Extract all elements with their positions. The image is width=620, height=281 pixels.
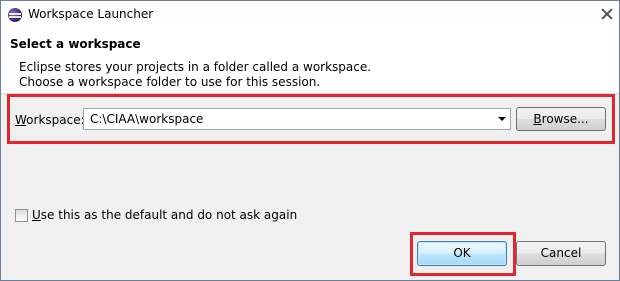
window-title: Workspace Launcher xyxy=(28,7,154,21)
description-line-2: Choose a workspace folder to use for thi… xyxy=(19,75,321,89)
eclipse-icon xyxy=(8,8,22,22)
dropdown-arrow-icon[interactable] xyxy=(498,117,506,121)
workspace-label-mnemonic: W xyxy=(15,113,27,127)
workspace-combo[interactable]: C:\CIAA\workspace xyxy=(83,108,511,130)
browse-button[interactable]: Browse... xyxy=(516,107,606,131)
description-line-1: Eclipse stores your projects in a folder… xyxy=(19,60,372,74)
workspace-label-text: orkspace: xyxy=(26,113,85,127)
cancel-button-label: Cancel xyxy=(540,246,582,260)
workspace-path-value[interactable]: C:\CIAA\workspace xyxy=(90,112,203,126)
default-checkbox-mnemonic: U xyxy=(32,208,41,222)
browse-label-text: rowse... xyxy=(541,112,589,126)
default-checkbox-label[interactable]: Use this as the default and do not ask a… xyxy=(32,208,297,222)
cancel-button[interactable]: Cancel xyxy=(516,241,606,266)
title-bar: Workspace Launcher xyxy=(1,1,619,29)
workspace-launcher-dialog: Workspace Launcher Select a workspace Ec… xyxy=(0,0,620,281)
browse-mnemonic: B xyxy=(533,112,542,126)
default-checkbox-text: se this as the default and do not ask ag… xyxy=(40,208,298,222)
default-checkbox[interactable] xyxy=(15,209,28,222)
workspace-label: Workspace: xyxy=(15,113,85,127)
page-title: Select a workspace xyxy=(10,37,141,51)
ok-button[interactable]: OK xyxy=(417,241,507,266)
browse-button-label: Browse... xyxy=(517,108,605,130)
ok-button-label: OK xyxy=(453,246,471,260)
dialog-header: Select a workspace Eclipse stores your p… xyxy=(1,29,619,94)
close-icon[interactable] xyxy=(601,8,613,20)
